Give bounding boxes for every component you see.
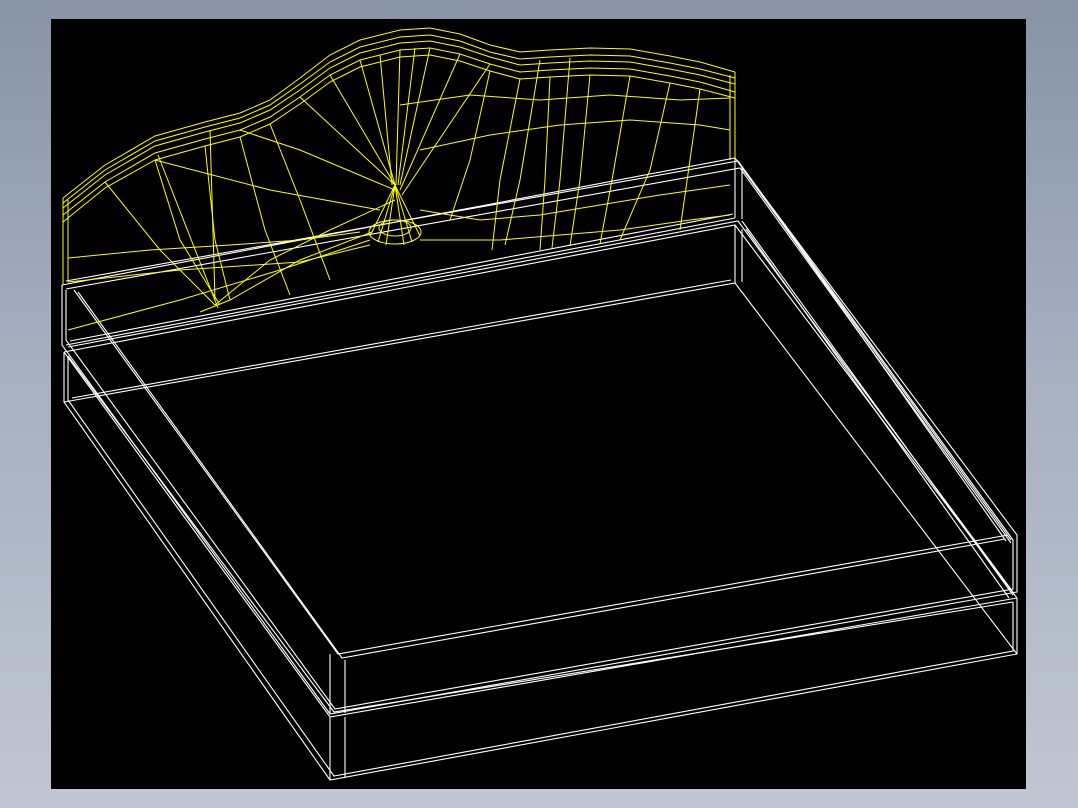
mattress [61,157,1018,715]
bed-base [63,220,1018,781]
cad-viewport[interactable] [51,19,1026,789]
wireframe-drawing [61,27,1018,781]
window-frame [0,0,1078,808]
